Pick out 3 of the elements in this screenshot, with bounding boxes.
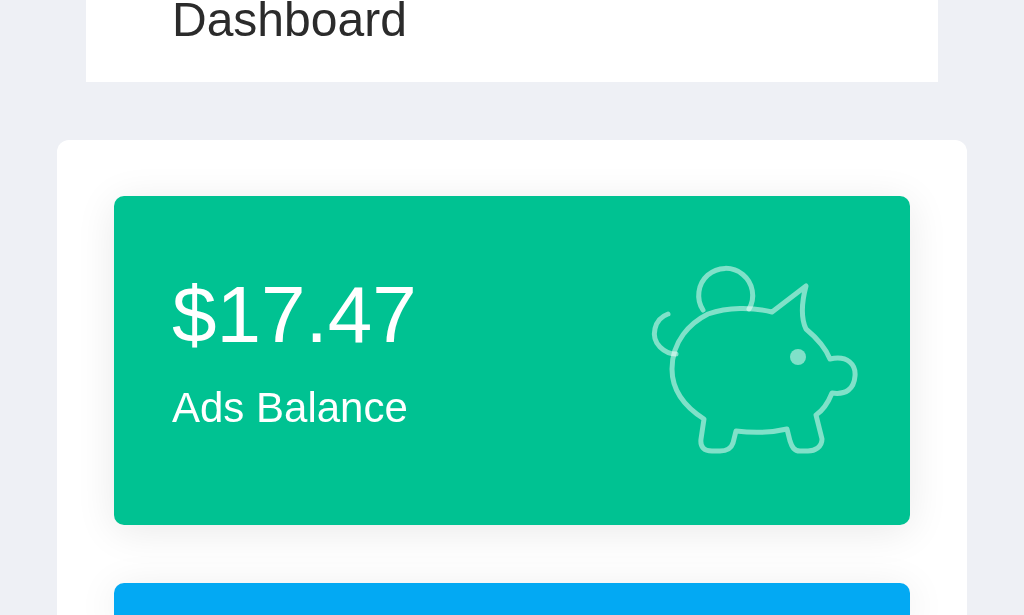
balance-amount: $17.47	[172, 275, 417, 355]
balance-label: Ads Balance	[172, 387, 408, 429]
page-title: Dashboard	[172, 0, 407, 41]
